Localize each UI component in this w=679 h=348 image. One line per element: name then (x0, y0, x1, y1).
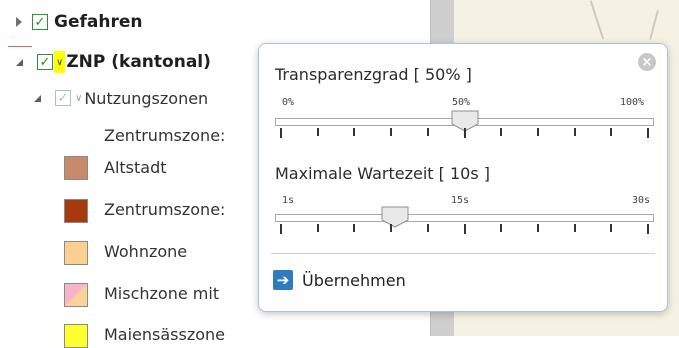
wait-time-slider-thumb[interactable] (381, 206, 409, 228)
slider-tick (500, 224, 503, 232)
slider-tick (353, 128, 356, 136)
layer-label-gefahren: Gefahren (54, 12, 143, 32)
layer-label-nutzungszonen: Nutzungszonen (84, 88, 209, 108)
popup-divider (271, 253, 655, 254)
layer-label-znp: ZNP (kantonal) (66, 52, 211, 72)
map-road-line (589, 0, 605, 40)
slider-tick (426, 224, 429, 232)
slider-tick (647, 128, 649, 138)
slider-max-label: 100% (620, 97, 645, 108)
legend-swatch-maiensaesszone (64, 324, 88, 348)
legend-label: Zentrumszone: (104, 126, 226, 145)
arrow-right-icon: ➔ (273, 270, 293, 290)
map-settings-popup: × Transparenzgrad [ 50% ] 0% 50% 100% Ma… (258, 43, 668, 312)
collapse-icon[interactable] (34, 94, 41, 102)
slider-tick (280, 128, 282, 138)
legend-label: Altstadt (104, 158, 167, 177)
legend-label: Mischzone mit (104, 284, 220, 303)
tree-item-gefahren[interactable]: ✓ Gefahren (16, 10, 142, 34)
tree-item-znp[interactable]: ✓ ∨ ZNP (kantonal) (16, 50, 211, 74)
legend-label: Zentrumszone: (104, 200, 226, 219)
legend-label: Wohnzone (104, 242, 188, 261)
chevron-down-icon[interactable]: ∨ (56, 57, 63, 68)
slider-tick (573, 128, 576, 136)
slider-tick (463, 224, 466, 234)
slider-tick (610, 128, 613, 136)
slider-tick (647, 224, 649, 234)
slider-tick (573, 224, 576, 232)
tree-marker-line (8, 46, 32, 47)
slider-tick (280, 224, 282, 234)
slider-max-label: 30s (632, 195, 651, 206)
map-road-line (649, 10, 659, 40)
checkbox-nutzungszonen[interactable]: ✓ (55, 90, 71, 106)
transparency-title: Transparenzgrad [ 50% ] (275, 65, 472, 84)
wait-time-title: Maximale Wartezeit [ 10s ] (275, 164, 490, 183)
slider-min-label: 0% (282, 97, 295, 108)
slider-mid-label: 15s (451, 195, 470, 206)
slider-tick (463, 128, 466, 138)
slider-tick (536, 224, 539, 232)
apply-button-label: Übernehmen (302, 270, 406, 290)
tree-item-nutzungszonen[interactable]: ✓ ∨ Nutzungszonen (34, 86, 208, 110)
wait-time-slider-track[interactable] (275, 214, 654, 222)
slider-mid-label: 50% (452, 97, 471, 108)
checkbox-znp[interactable]: ✓ (37, 54, 53, 70)
slider-tick (610, 224, 613, 232)
legend-swatch-mischzone (64, 283, 88, 307)
checkbox-gefahren[interactable]: ✓ (32, 14, 48, 30)
expand-icon[interactable] (16, 17, 22, 27)
slider-tick (316, 224, 319, 232)
highlighted-chevron: ∨ (54, 51, 66, 73)
legend-swatch-zentrumszone (64, 199, 88, 223)
slider-tick (353, 224, 356, 232)
close-icon[interactable]: × (638, 53, 656, 71)
slider-tick (390, 128, 393, 136)
slider-tick (316, 128, 319, 136)
chevron-down-icon[interactable]: ∨ (75, 93, 82, 104)
legend-swatch-wohnzone (64, 241, 88, 265)
slider-min-label: 1s (282, 195, 295, 206)
slider-tick (536, 128, 539, 136)
apply-button[interactable]: ➔ Übernehmen (273, 265, 406, 295)
legend-label: Maiensässzone (104, 325, 226, 344)
collapse-icon[interactable] (16, 58, 23, 66)
slider-tick (500, 128, 503, 136)
legend-swatch-altstadt (64, 156, 88, 180)
slider-tick (426, 128, 429, 136)
slider-tick (390, 224, 393, 232)
